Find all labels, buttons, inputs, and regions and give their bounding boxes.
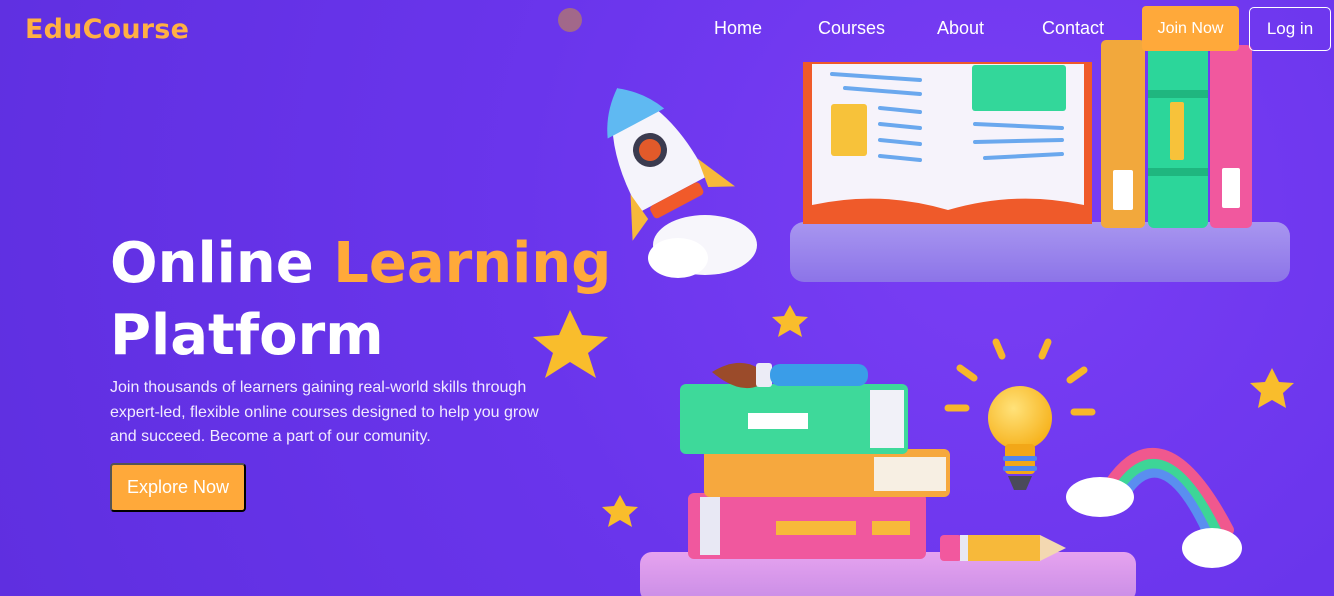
shelf-icon [790,222,1290,282]
navbar: EduCourse Home Courses About Contact Joi… [0,0,1334,60]
pencil-icon [940,535,1066,561]
login-button[interactable]: Log in [1249,7,1331,51]
nav-link-about[interactable]: About [937,18,984,39]
rainbow-icon [1066,447,1242,568]
open-book-icon [803,62,1092,224]
nav-link-contact[interactable]: Contact [1042,18,1104,39]
paintbrush-icon [712,362,868,389]
hero-title: Online Learning Platform [110,228,630,372]
explore-now-button[interactable]: Explore Now [110,463,246,512]
hero-description: Join thousands of learners gaining real-… [110,379,539,445]
nav-link-courses[interactable]: Courses [818,18,885,39]
lightbulb-icon [944,338,1096,490]
hero-title-part1: Online [110,231,334,296]
nav-link-home[interactable]: Home [714,18,762,39]
hero-title-accent: Learning [333,231,612,296]
brand-logo[interactable]: EduCourse [25,14,189,45]
book-stack-icon [640,384,1136,596]
join-now-button[interactable]: Join Now [1142,6,1239,51]
hero-title-part2: Platform [110,303,384,368]
